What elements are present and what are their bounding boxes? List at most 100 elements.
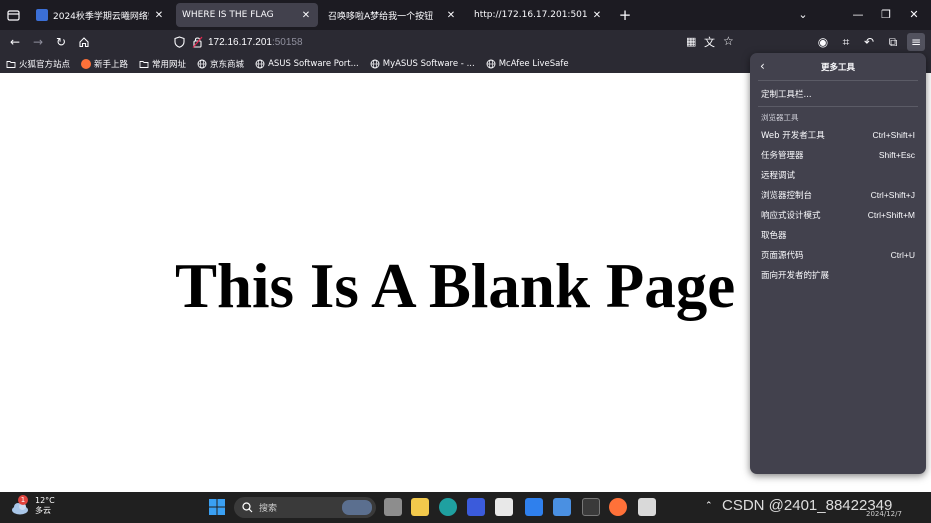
screenshot-button[interactable]: ⌗ — [837, 33, 855, 51]
tab-label: WHERE IS THE FLAG — [182, 10, 274, 20]
task-view-icon[interactable] — [384, 498, 402, 516]
bookmark-item[interactable]: ASUS Software Port... — [255, 59, 359, 69]
terminal-icon[interactable] — [582, 498, 600, 516]
shield-icon[interactable] — [174, 36, 185, 48]
tab-1[interactable]: WHERE IS THE FLAG ✕ — [176, 3, 318, 27]
more-tools-panel: ‹ 更多工具 定制工具栏... 浏览器工具 Web 开发者工具 Ctrl+Shif… — [750, 53, 926, 474]
menu-item-label: 取色器 — [761, 231, 787, 241]
chevron-up-icon[interactable]: ⌃ — [705, 501, 713, 511]
tab-2[interactable]: 召唤哆啦A梦给我一个按钮 ✕ — [322, 3, 463, 27]
search-highlight-icon — [342, 500, 372, 515]
page-heading: This Is A Blank Page — [175, 251, 736, 321]
globe-icon — [486, 59, 496, 69]
puzzle-icon: ⧉ — [888, 34, 898, 49]
app-icon[interactable] — [525, 498, 543, 516]
account-icon: ◉ — [817, 35, 829, 49]
bookmark-label: McAfee LiveSafe — [498, 58, 569, 69]
edge-browser-icon[interactable] — [439, 498, 457, 516]
microsoft-store-icon[interactable] — [495, 498, 513, 516]
bookmark-label: 常用网址 — [152, 59, 187, 70]
close-icon[interactable]: ✕ — [445, 10, 457, 21]
taskbar-search-box[interactable]: 搜索 — [234, 497, 376, 518]
firefox-taskbar-icon[interactable] — [609, 498, 627, 516]
translate-icon[interactable]: 文 — [704, 34, 715, 50]
bookmark-item[interactable]: 新手上路 — [81, 58, 128, 70]
close-icon[interactable]: ✕ — [591, 10, 603, 21]
tab-label: 2024秋季学期云曦网络空间安全 — [53, 11, 149, 22]
file-explorer-icon[interactable] — [411, 498, 429, 516]
cloud-icon: 1 — [10, 495, 30, 515]
close-icon[interactable]: ✕ — [153, 10, 165, 21]
taskbar-date[interactable]: 2024/12/7 — [866, 510, 902, 518]
bookmark-item[interactable]: McAfee LiveSafe — [486, 59, 569, 69]
restore-button[interactable]: ❐ — [877, 6, 895, 24]
weather-alert-badge: 1 — [18, 495, 28, 505]
app-icon[interactable] — [467, 498, 485, 516]
reload-button[interactable]: ↻ — [52, 33, 70, 51]
start-button[interactable] — [208, 498, 226, 516]
insecure-lock-icon[interactable] — [192, 36, 203, 48]
bookmark-item[interactable]: MyASUS Software - ... — [370, 59, 475, 69]
app-menu-button[interactable]: ≡ — [907, 33, 925, 51]
divider — [758, 106, 918, 107]
bookmark-item[interactable]: 京东商城 — [197, 58, 244, 70]
firefox-icon — [81, 58, 92, 69]
menu-item-web-developer-tools[interactable]: Web 开发者工具 Ctrl+Shift+I — [750, 126, 926, 144]
navigation-toolbar: ← → ↻ 172.16.17.201:50158 ▦ 文 ☆ ◉ ⌗ ↶ ⧉ … — [0, 30, 931, 54]
tab-3[interactable]: http://172.16.17.201:50148/code ✕ — [468, 3, 609, 27]
bookmark-item[interactable]: 常用网址 — [139, 58, 186, 70]
weather-widget[interactable]: 1 12°C 多云 — [10, 495, 55, 516]
close-icon[interactable]: ✕ — [300, 10, 312, 21]
plus-icon: + — [618, 6, 632, 24]
bookmark-star-icon[interactable]: ☆ — [723, 34, 734, 48]
arrow-left-icon: ← — [9, 35, 21, 49]
menu-item-eyedropper[interactable]: 取色器 — [750, 226, 926, 244]
minimize-button[interactable]: — — [849, 6, 867, 24]
menu-item-label: 页面源代码 — [761, 251, 804, 261]
tab-overflow-button[interactable]: ⌄ — [794, 6, 812, 24]
arrow-right-icon: → — [32, 35, 44, 49]
tab-label: 召唤哆啦A梦给我一个按钮 — [328, 11, 434, 22]
url-port: :50158 — [271, 36, 303, 48]
minimize-icon: — — [852, 8, 864, 21]
site-favicon-icon — [36, 9, 48, 21]
tab-label: http://172.16.17.201:50148/code — [474, 10, 587, 20]
vscode-icon[interactable] — [553, 498, 571, 516]
divider — [758, 80, 918, 81]
menu-item-shortcut: Ctrl+Shift+M — [867, 210, 915, 220]
app-icon[interactable] — [638, 498, 656, 516]
menu-item-remote-debugging[interactable]: 远程调试 — [750, 166, 926, 184]
forward-button[interactable]: → — [29, 33, 47, 51]
menu-item-task-manager[interactable]: 任务管理器 Shift+Esc — [750, 146, 926, 164]
account-button[interactable]: ◉ — [814, 33, 832, 51]
globe-icon — [197, 59, 207, 69]
new-tab-button[interactable]: + — [616, 6, 634, 24]
back-button[interactable]: ← — [6, 33, 24, 51]
close-window-button[interactable]: ✕ — [905, 6, 923, 24]
qr-code-icon[interactable]: ▦ — [686, 35, 696, 48]
weather-text: 12°C 多云 — [35, 496, 55, 516]
extensions-button[interactable]: ⧉ — [884, 33, 902, 51]
bookmark-item[interactable]: 火狐官方站点 — [6, 58, 70, 70]
menu-item-shortcut: Ctrl+Shift+J — [870, 190, 915, 200]
bookmark-label: 火狐官方站点 — [19, 59, 71, 70]
menu-item-shortcut: Ctrl+U — [890, 250, 915, 260]
undo-button[interactable]: ↶ — [860, 33, 878, 51]
weather-description: 多云 — [35, 506, 51, 515]
menu-item-responsive-design-mode[interactable]: 响应式设计模式 Ctrl+Shift+M — [750, 206, 926, 224]
bookmark-label: MyASUS Software - ... — [382, 58, 475, 69]
bookmark-label: 京东商城 — [210, 59, 245, 70]
bookmark-label: ASUS Software Port... — [268, 58, 359, 69]
crop-icon: ⌗ — [842, 34, 850, 49]
menu-item-page-source[interactable]: 页面源代码 Ctrl+U — [750, 246, 926, 264]
tab-list-button[interactable] — [4, 6, 22, 24]
tab-0[interactable]: 2024秋季学期云曦网络空间安全 ✕ — [30, 3, 171, 27]
url-bar[interactable]: 172.16.17.201:50158 ▦ 文 ☆ — [168, 32, 741, 52]
menu-item-extensions-for-developers[interactable]: 面向开发者的扩展 — [750, 266, 926, 284]
menu-item-browser-console[interactable]: 浏览器控制台 Ctrl+Shift+J — [750, 186, 926, 204]
customize-toolbar-item[interactable]: 定制工具栏... — [750, 85, 926, 103]
home-icon — [79, 37, 89, 48]
menu-item-shortcut: Shift+Esc — [878, 150, 915, 160]
menu-item-label: 定制工具栏... — [761, 90, 812, 100]
home-button[interactable] — [75, 33, 93, 51]
